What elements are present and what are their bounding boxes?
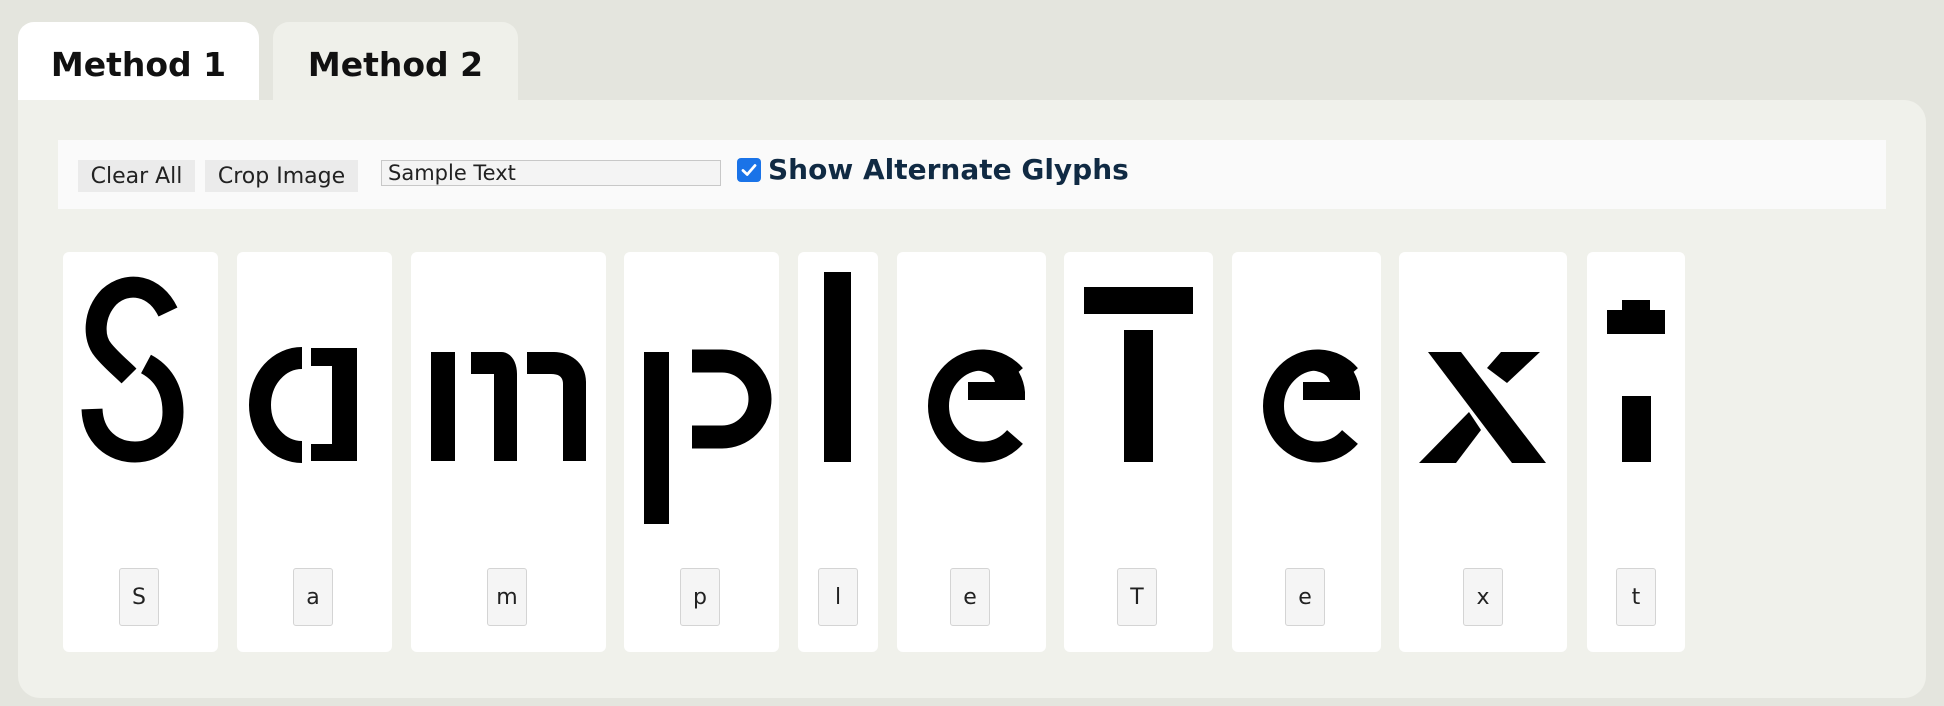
tab-method-2[interactable]: Method 2 — [273, 22, 518, 102]
method-panel: Clear All Crop Image Show Alternate Glyp… — [18, 100, 1926, 698]
glyph-key-p[interactable]: p — [680, 568, 720, 626]
glyph-image-m — [431, 352, 586, 461]
glyph-key-t-upper[interactable]: T — [1117, 568, 1157, 626]
glyph-image-p — [644, 349, 772, 524]
show-alternate-glyphs-label[interactable]: Show Alternate Glyphs — [768, 154, 1129, 186]
glyph-image-a — [249, 347, 357, 463]
show-alternate-glyphs-checkbox[interactable] — [737, 158, 761, 182]
glyph-card-m[interactable]: m — [411, 252, 606, 652]
glyph-key-s[interactable]: S — [119, 568, 159, 626]
glyph-key-e-2[interactable]: e — [1285, 568, 1325, 626]
glyph-image-t-upper — [1084, 287, 1193, 462]
glyph-card-e-2[interactable]: e — [1232, 252, 1381, 652]
sample-text-input[interactable] — [381, 160, 721, 186]
glyph-key-t[interactable]: t — [1616, 568, 1656, 626]
glyph-image-l — [824, 272, 851, 462]
glyph-card-t[interactable]: t — [1587, 252, 1685, 652]
glyph-key-a[interactable]: a — [293, 568, 333, 626]
glyph-key-e[interactable]: e — [950, 568, 990, 626]
tab-method-1[interactable]: Method 1 — [18, 22, 259, 102]
glyph-card-e[interactable]: e — [897, 252, 1046, 652]
clear-all-button[interactable]: Clear All — [78, 160, 195, 192]
glyph-image-e-2 — [1263, 349, 1360, 463]
glyph-image-e — [928, 349, 1025, 463]
glyph-card-a[interactable]: a — [237, 252, 392, 652]
glyph-card-l[interactable]: l — [798, 252, 878, 652]
glyph-image-t — [1607, 300, 1665, 462]
glyph-key-x[interactable]: x — [1463, 568, 1503, 626]
glyph-card-x[interactable]: x — [1399, 252, 1567, 652]
checkmark-icon — [741, 164, 757, 176]
glyph-card-t-upper[interactable]: T — [1064, 252, 1213, 652]
glyph-card-s[interactable]: S — [63, 252, 218, 652]
glyph-card-p[interactable]: p — [624, 252, 779, 652]
glyph-key-m[interactable]: m — [487, 568, 527, 626]
toolbar: Clear All Crop Image Show Alternate Glyp… — [58, 140, 1886, 209]
glyph-image-x — [1419, 352, 1546, 463]
glyph-image-s — [81, 276, 184, 463]
crop-image-button[interactable]: Crop Image — [205, 160, 358, 192]
glyph-key-l[interactable]: l — [818, 568, 858, 626]
